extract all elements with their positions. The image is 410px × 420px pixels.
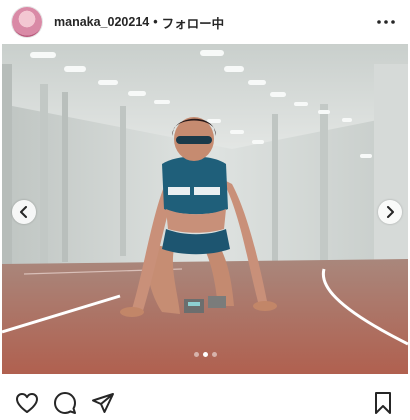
instagram-post: manaka_020214 • フォロー中 — [0, 0, 410, 420]
comment-icon — [54, 392, 76, 414]
chevron-left-icon — [20, 206, 27, 218]
share-button[interactable] — [90, 390, 116, 416]
post-media[interactable] — [2, 44, 408, 374]
user-line: manaka_020214 • フォロー中 — [54, 13, 224, 32]
more-horizontal-icon — [377, 20, 395, 24]
bookmark-icon — [375, 392, 391, 414]
more-options-button[interactable] — [374, 10, 398, 34]
carousel-dot-active — [202, 352, 208, 357]
carousel-dot — [193, 352, 199, 357]
username-link[interactable]: manaka_020214 — [54, 15, 149, 29]
separator-dot: • — [153, 15, 158, 29]
carousel-next-button[interactable] — [378, 200, 402, 224]
carousel-dot — [211, 352, 217, 357]
carousel-prev-button[interactable] — [12, 200, 36, 224]
carousel-indicator — [0, 352, 410, 357]
heart-icon — [16, 393, 38, 413]
save-button[interactable] — [370, 390, 396, 416]
avatar[interactable] — [12, 7, 42, 37]
follow-status[interactable]: フォロー中 — [162, 13, 225, 32]
comment-button[interactable] — [52, 390, 78, 416]
chevron-right-icon — [387, 206, 394, 218]
send-icon — [92, 393, 114, 413]
like-button[interactable] — [14, 390, 40, 416]
post-photo — [2, 44, 408, 374]
post-actions — [0, 386, 410, 420]
post-header: manaka_020214 • フォロー中 — [0, 0, 410, 44]
